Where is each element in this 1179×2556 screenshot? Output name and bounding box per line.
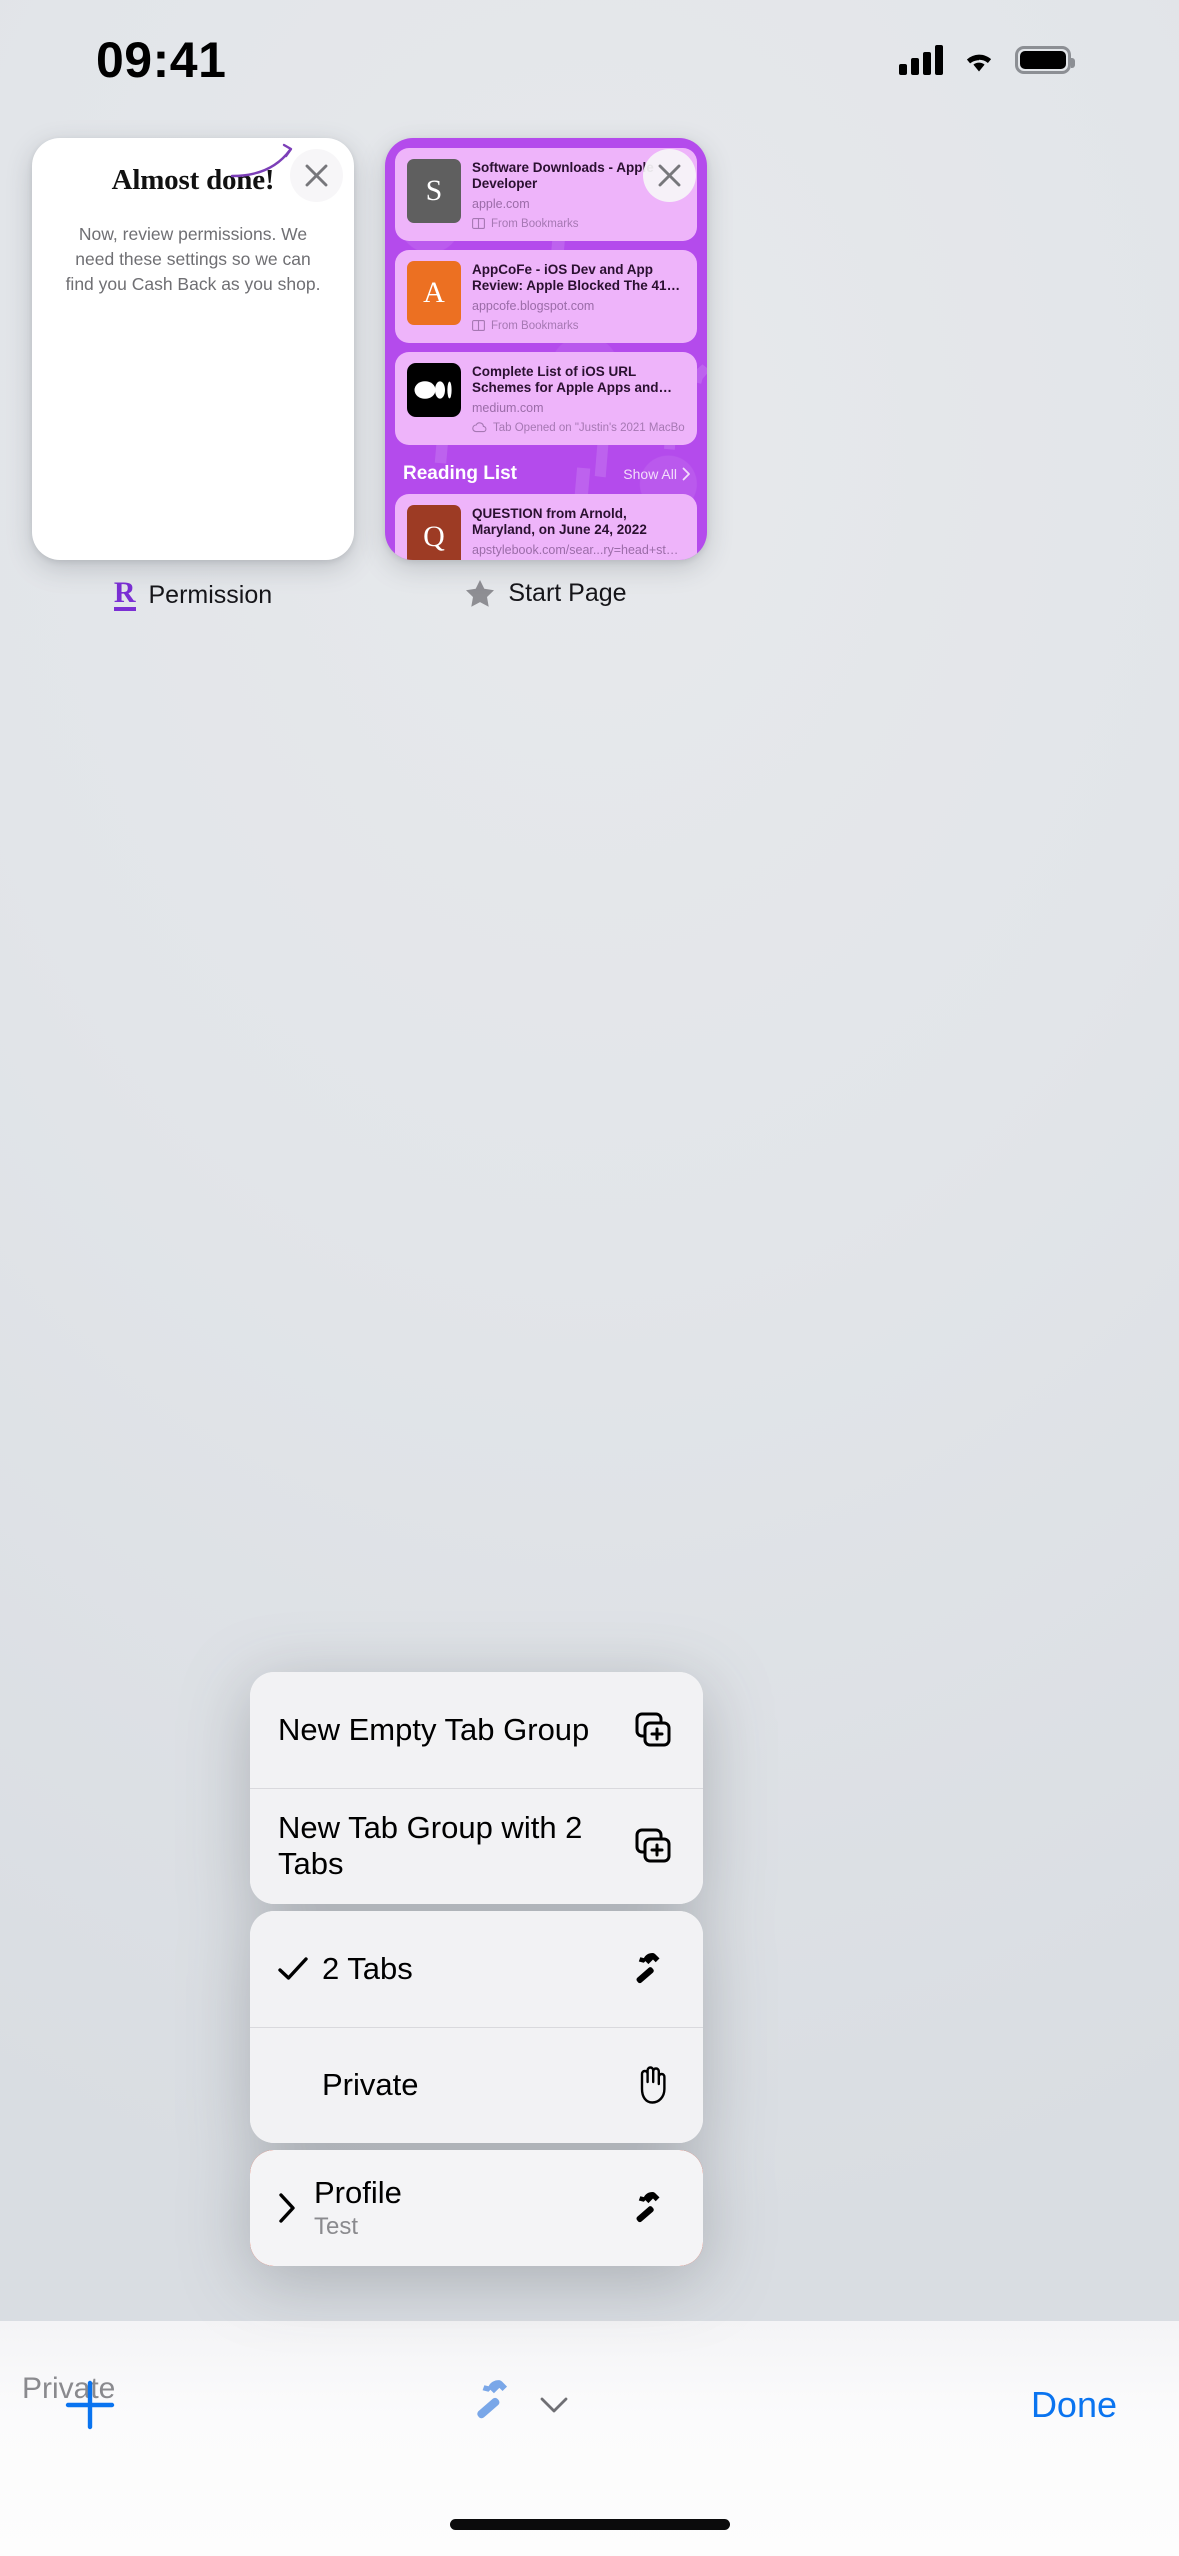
chevron-down-icon: [540, 2397, 567, 2413]
cellular-bars-icon: [899, 45, 943, 75]
tab-group-context-menu: New Empty Tab Group New Tab Group with 2…: [250, 1672, 703, 2266]
reading-list-header: Reading List Show All: [395, 454, 697, 494]
tab-card-start-page[interactable]: S Software Downloads - Apple Developer a…: [385, 138, 707, 608]
list-item-title: AppCoFe - iOS Dev and App Review: Apple …: [472, 261, 667, 294]
home-indicator: [449, 2519, 730, 2530]
list-item-title: QUESTION from Arnold, Maryland, on June …: [472, 505, 647, 538]
favicon-letter-icon: S: [407, 159, 461, 223]
status-bar-indicators: [899, 45, 1075, 75]
menu-item-new-empty-tab-group[interactable]: New Empty Tab Group: [250, 1672, 703, 1788]
favicon-letter-icon: Q: [407, 504, 461, 560]
list-item-meta: Tab Opened on "Justin's 2021 MacBook Pr.…: [472, 422, 685, 434]
chevron-right-icon: [278, 2192, 304, 2224]
start-page-rows: S Software Downloads - Apple Developer a…: [395, 148, 697, 560]
plus-icon[interactable]: [62, 2377, 152, 2433]
hammer-icon: [627, 1947, 673, 1991]
bottom-toolbar: Done: [0, 2350, 1179, 2460]
list-item-url: apstylebook.com/sear...ry=head+start&but…: [472, 542, 685, 557]
status-bar-time: 09:41: [96, 32, 227, 88]
menu-item-label: New Tab Group with 2 Tabs: [278, 1810, 583, 1881]
star-icon: [466, 580, 495, 607]
show-all-label: Show All: [623, 465, 677, 482]
menu-item-sublabel: Test: [314, 2213, 359, 2241]
show-all-button[interactable]: Show All: [623, 466, 691, 482]
close-icon[interactable]: [643, 149, 696, 202]
list-item-meta-label: From Bookmarks: [491, 217, 579, 230]
battery-icon: [1015, 46, 1075, 74]
menu-item-label: 2 Tabs: [322, 1951, 413, 1987]
checkmark-icon: [278, 1957, 312, 1981]
list-item-meta-label: From Bookmarks: [491, 319, 579, 332]
menu-item-2-tabs[interactable]: 2 Tabs: [250, 1911, 703, 2027]
menu-item-profile[interactable]: Profile Test: [250, 2150, 703, 2266]
menu-item-label: Profile: [314, 2174, 402, 2210]
site-favicon-icon: R: [113, 576, 136, 611]
cloud-icon: [472, 422, 487, 433]
list-item-url: appcofe.blogspot.com: [472, 298, 595, 313]
list-item-meta: From Bookmarks: [472, 320, 685, 332]
tab-thumbnail-start-page[interactable]: S Software Downloads - Apple Developer a…: [385, 138, 707, 560]
hand-raised-icon: [627, 2063, 673, 2107]
hammer-icon: [627, 2186, 673, 2230]
done-button[interactable]: Done: [887, 2384, 1117, 2426]
new-tab-group-icon: [627, 1710, 673, 1750]
menu-group-profile: Profile Test: [250, 2150, 703, 2266]
book-icon: [472, 320, 485, 332]
tab-thumbnail-permission[interactable]: Almost done! Now, review permissions. We…: [32, 138, 354, 560]
list-item-meta-label: Tab Opened on "Justin's 2021 MacBook Pr.…: [493, 421, 685, 434]
menu-item-label: New Empty Tab Group: [278, 1712, 590, 1748]
list-item[interactable]: A AppCoFe - iOS Dev and App Review: Appl…: [395, 249, 697, 343]
list-item-meta: From Bookmarks: [472, 218, 685, 230]
list-item[interactable]: Complete List of iOS URL Schemes for App…: [395, 351, 697, 445]
book-icon: [472, 218, 485, 230]
tab-label-permission: R Permission: [32, 576, 354, 611]
permission-body-text: Now, review permissions. We need these s…: [65, 224, 321, 294]
medium-icon: [407, 362, 461, 417]
tab-group-picker[interactable]: [152, 2375, 887, 2435]
tab-title: Permission: [148, 580, 273, 609]
new-tab-group-icon: [627, 1826, 673, 1866]
tab-label-start-page: Start Page: [385, 579, 707, 608]
list-item-url: medium.com: [472, 400, 544, 415]
tab-title: Start Page: [508, 579, 627, 607]
status-bar: 09:41: [0, 0, 1179, 120]
chevron-right-icon: [682, 467, 690, 481]
list-item-url: apple.com: [472, 196, 530, 211]
menu-group-tab-groups: 2 Tabs Private: [250, 1911, 703, 2143]
tab-card-permission[interactable]: Almost done! Now, review permissions. We…: [32, 138, 354, 611]
menu-group-new: New Empty Tab Group New Tab Group with 2…: [250, 1672, 703, 1904]
list-item[interactable]: Q QUESTION from Arnold, Maryland, on Jun…: [395, 493, 697, 560]
menu-item-new-tab-group-with-tabs[interactable]: New Tab Group with 2 Tabs: [250, 1788, 703, 1904]
menu-item-private[interactable]: Private: [250, 2027, 703, 2143]
hammer-icon: [476, 2380, 507, 2419]
list-item-title: Complete List of iOS URL Schemes for App…: [472, 363, 659, 396]
wifi-icon: [960, 46, 998, 74]
favicon-letter-icon: A: [407, 260, 461, 325]
menu-item-label: Private: [322, 2067, 419, 2103]
reading-list-title: Reading List: [403, 462, 518, 484]
close-icon[interactable]: [290, 149, 343, 202]
